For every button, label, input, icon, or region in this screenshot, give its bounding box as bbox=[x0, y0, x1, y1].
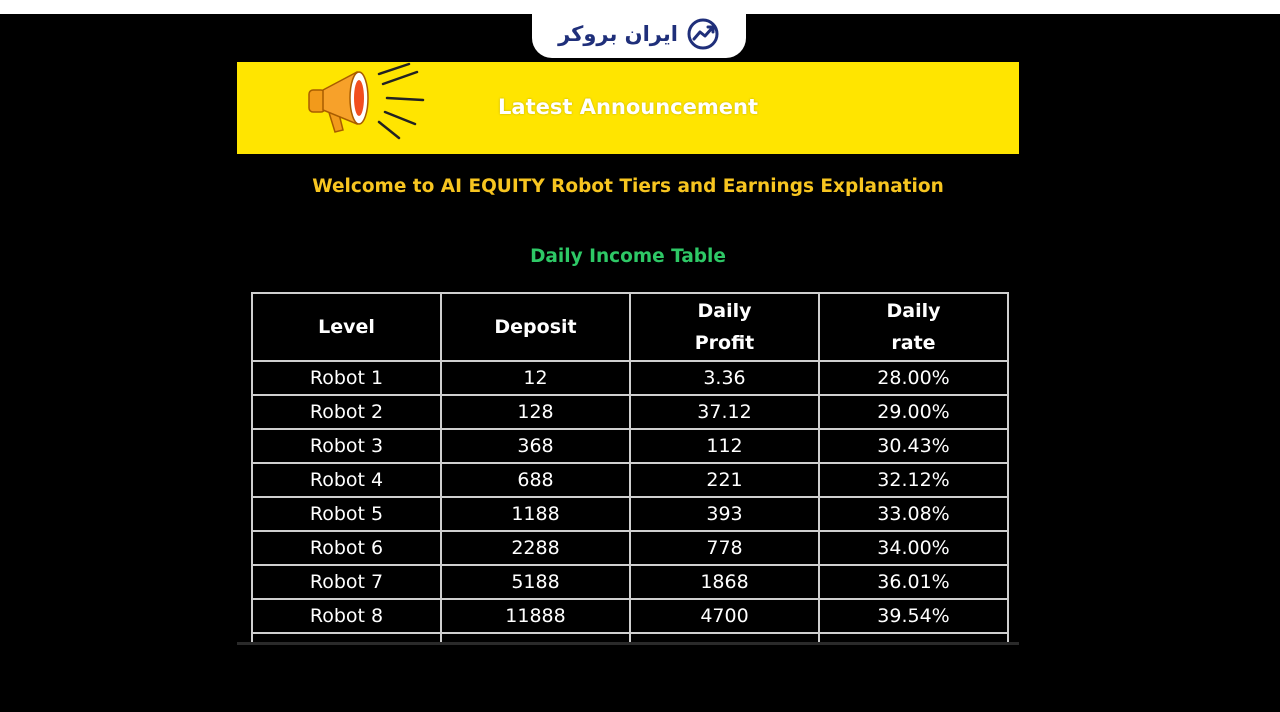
brand-logo[interactable]: ایران بروکر bbox=[532, 10, 746, 58]
cell-deposit: 5188 bbox=[440, 564, 631, 600]
cell-level: Robot 4 bbox=[251, 462, 442, 498]
cell-empty bbox=[440, 632, 631, 642]
cell-daily-rate: 33.08% bbox=[818, 496, 1009, 532]
header-daily-rate-line2: rate bbox=[891, 332, 936, 354]
cell-empty bbox=[818, 632, 1009, 642]
announcement-banner: Latest Announcement bbox=[237, 62, 1019, 154]
header-deposit-label: Deposit bbox=[494, 316, 577, 338]
table-row: Robot 6 2288 778 34.00% bbox=[251, 530, 1009, 566]
table-row-cutoff bbox=[251, 632, 1009, 642]
header-daily-profit-line1: Daily bbox=[697, 300, 752, 322]
header-level: Level bbox=[251, 292, 442, 362]
table-row: Robot 2 128 37.12 29.00% bbox=[251, 394, 1009, 430]
cell-daily-rate: 34.00% bbox=[818, 530, 1009, 566]
logo-text: ایران بروکر bbox=[558, 22, 678, 46]
cell-deposit: 12 bbox=[440, 360, 631, 396]
cell-level: Robot 1 bbox=[251, 360, 442, 396]
cell-deposit: 128 bbox=[440, 394, 631, 430]
cell-daily-rate: 28.00% bbox=[818, 360, 1009, 396]
panel-scroll-edge bbox=[237, 642, 1019, 645]
cell-empty bbox=[629, 632, 820, 642]
cell-deposit: 368 bbox=[440, 428, 631, 464]
table-row: Robot 5 1188 393 33.08% bbox=[251, 496, 1009, 532]
cell-level: Robot 3 bbox=[251, 428, 442, 464]
cell-empty bbox=[251, 632, 442, 642]
cell-daily-profit: 778 bbox=[629, 530, 820, 566]
header-daily-profit: Daily Profit bbox=[629, 292, 820, 362]
welcome-heading: Welcome to AI EQUITY Robot Tiers and Ear… bbox=[312, 176, 944, 197]
table-row: Robot 3 368 112 30.43% bbox=[251, 428, 1009, 464]
cell-level: Robot 2 bbox=[251, 394, 442, 430]
cell-daily-profit: 221 bbox=[629, 462, 820, 498]
cell-daily-profit: 3.36 bbox=[629, 360, 820, 396]
table-header-row: Level Deposit Daily Profit Daily rate bbox=[251, 292, 1009, 362]
cell-daily-profit: 112 bbox=[629, 428, 820, 464]
cell-daily-profit: 1868 bbox=[629, 564, 820, 600]
table-row: Robot 7 5188 1868 36.01% bbox=[251, 564, 1009, 600]
cell-deposit: 2288 bbox=[440, 530, 631, 566]
cell-level: Robot 7 bbox=[251, 564, 442, 600]
cell-level: Robot 6 bbox=[251, 530, 442, 566]
cell-deposit: 688 bbox=[440, 462, 631, 498]
cell-daily-profit: 37.12 bbox=[629, 394, 820, 430]
header-daily-rate-line1: Daily bbox=[886, 300, 941, 322]
cell-daily-profit: 4700 bbox=[629, 598, 820, 634]
cell-deposit: 1188 bbox=[440, 496, 631, 532]
header-level-label: Level bbox=[318, 316, 375, 338]
announcement-panel: Latest Announcement Welcome to AI EQUITY… bbox=[237, 62, 1019, 642]
cell-deposit: 11888 bbox=[440, 598, 631, 634]
table-row: Robot 8 11888 4700 39.54% bbox=[251, 598, 1009, 634]
cell-daily-rate: 36.01% bbox=[818, 564, 1009, 600]
cell-level: Robot 8 bbox=[251, 598, 442, 634]
daily-income-table: Level Deposit Daily Profit Daily rate Ro… bbox=[251, 292, 1009, 642]
cell-daily-rate: 30.43% bbox=[818, 428, 1009, 464]
trend-chart-icon bbox=[687, 18, 719, 50]
header-deposit: Deposit bbox=[440, 292, 631, 362]
cell-daily-rate: 32.12% bbox=[818, 462, 1009, 498]
cell-daily-profit: 393 bbox=[629, 496, 820, 532]
cell-daily-rate: 39.54% bbox=[818, 598, 1009, 634]
cell-daily-rate: 29.00% bbox=[818, 394, 1009, 430]
table-row: Robot 4 688 221 32.12% bbox=[251, 462, 1009, 498]
cell-level: Robot 5 bbox=[251, 496, 442, 532]
table-row: Robot 1 12 3.36 28.00% bbox=[251, 360, 1009, 396]
table-title: Daily Income Table bbox=[530, 246, 726, 267]
header-daily-profit-line2: Profit bbox=[694, 332, 755, 354]
header-daily-rate: Daily rate bbox=[818, 292, 1009, 362]
banner-title: Latest Announcement bbox=[498, 95, 758, 119]
